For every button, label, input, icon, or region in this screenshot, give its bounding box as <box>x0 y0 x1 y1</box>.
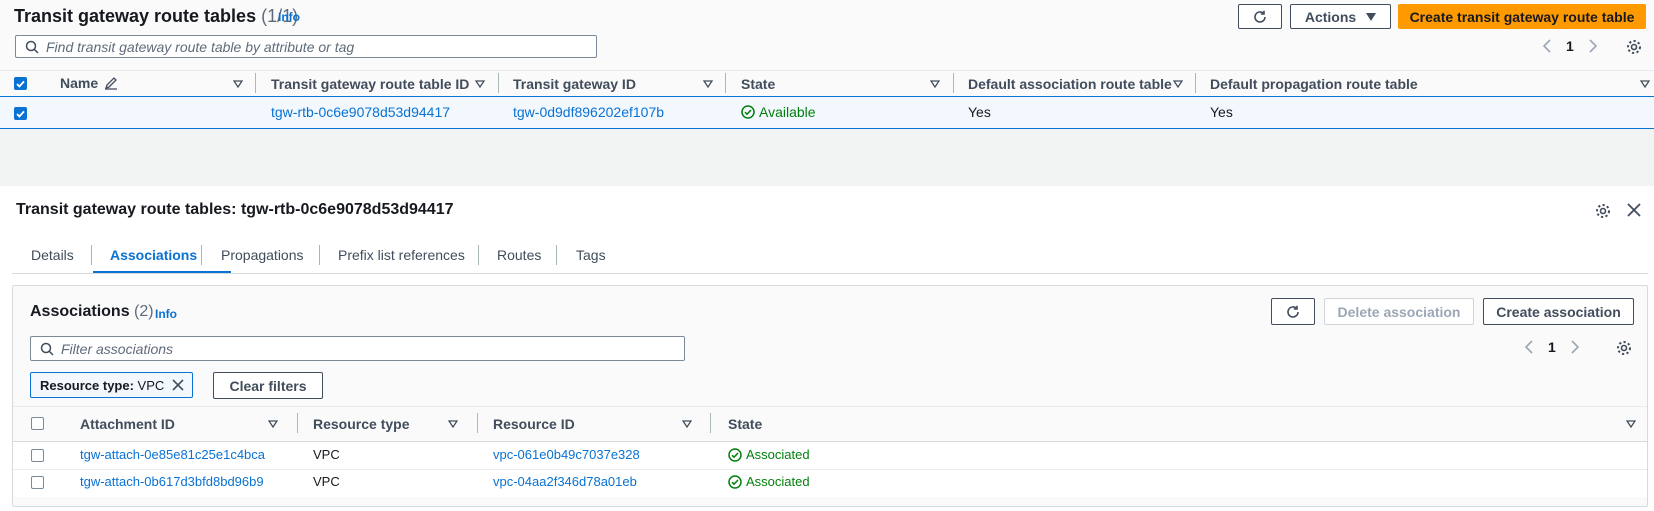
route-tables-heading: Transit gateway route tables (1/1) <box>14 6 298 27</box>
column-header-resource-id[interactable]: Resource ID <box>493 416 575 432</box>
resource-type-filter-token: Resource type: VPC <box>30 372 194 398</box>
column-header-name[interactable]: Name <box>60 75 118 91</box>
success-check-icon <box>728 474 742 489</box>
sort-icon[interactable] <box>1640 80 1650 88</box>
split-panel-gutter <box>0 129 1654 186</box>
route-table-pagination: 1 <box>1542 38 1598 54</box>
page-number[interactable]: 1 <box>1566 38 1574 54</box>
resource-id-link[interactable]: vpc-061e0b49c7037e328 <box>493 447 640 462</box>
select-all-associations-checkbox[interactable] <box>31 417 44 430</box>
column-header-state[interactable]: State <box>728 416 762 432</box>
association-state-badge: Associated <box>728 474 810 489</box>
tab-tags[interactable]: Tags <box>576 247 606 263</box>
delete-association-button[interactable]: Delete association <box>1324 298 1474 325</box>
tgw-id-link[interactable]: tgw-0d9df896202ef107b <box>513 104 664 120</box>
table-row[interactable]: tgw-rtb-0c6e9078d53d94417 tgw-0d9df89620… <box>0 96 1654 129</box>
sort-icon[interactable] <box>268 420 278 428</box>
close-icon[interactable] <box>1627 203 1641 217</box>
page-number[interactable]: 1 <box>1548 339 1556 355</box>
association-filter-input[interactable]: Filter associations <box>30 336 685 361</box>
route-tables-panel: Transit gateway route tables (1/1) Info … <box>0 0 1654 129</box>
tab-propagations[interactable]: Propagations <box>221 247 304 263</box>
resource-type-value: VPC <box>313 447 340 462</box>
sort-icon[interactable] <box>1626 420 1636 428</box>
association-state-badge: Associated <box>728 447 810 462</box>
chevron-left-icon[interactable] <box>1542 39 1552 53</box>
table-row[interactable]: tgw-attach-0e85e81c25e1c4bca VPC vpc-061… <box>13 442 1647 469</box>
refresh-icon <box>1254 10 1266 23</box>
column-header-resource-type[interactable]: Resource type <box>313 416 409 432</box>
table-row[interactable]: tgw-attach-0b617d3bfd8bd96b9 VPC vpc-04a… <box>13 470 1647 497</box>
column-header-default-propagation[interactable]: Default propagation route table <box>1210 76 1418 92</box>
resource-type-value: VPC <box>313 474 340 489</box>
actions-button[interactable]: Actions <box>1290 4 1391 29</box>
preferences-gear-icon[interactable] <box>1626 39 1642 55</box>
chevron-right-icon[interactable] <box>1570 340 1580 354</box>
resource-id-link[interactable]: vpc-04aa2f346d78a01eb <box>493 474 637 489</box>
success-check-icon <box>741 105 755 119</box>
search-icon <box>25 40 39 54</box>
split-panel-settings-gear-icon[interactable] <box>1595 203 1611 219</box>
refresh-icon <box>1287 305 1299 318</box>
sort-icon[interactable] <box>448 420 458 428</box>
sort-icon[interactable] <box>1173 80 1183 88</box>
attachment-id-link[interactable]: tgw-attach-0e85e81c25e1c4bca <box>80 447 265 462</box>
column-header-attachment-id[interactable]: Attachment ID <box>80 416 175 432</box>
preferences-gear-icon[interactable] <box>1616 340 1632 356</box>
state-badge: Available <box>741 104 816 120</box>
create-route-table-button[interactable]: Create transit gateway route table <box>1398 4 1646 29</box>
refresh-button[interactable] <box>1238 4 1282 29</box>
filter-token-value: VPC <box>137 377 165 393</box>
filter-token-key: Resource type: <box>40 377 134 393</box>
associations-pagination: 1 <box>1524 339 1580 355</box>
route-table-search-input[interactable]: Find transit gateway route table by attr… <box>15 35 597 58</box>
chevron-left-icon[interactable] <box>1524 340 1534 354</box>
associations-container: Associations (2) Info Delete association… <box>12 285 1648 507</box>
edit-pencil-icon <box>105 77 118 90</box>
associations-count: (2) <box>134 303 154 320</box>
sort-icon[interactable] <box>682 420 692 428</box>
column-header-tgw-id[interactable]: Transit gateway ID <box>513 76 636 92</box>
associations-title: Associations <box>30 303 130 320</box>
association-filter-placeholder: Filter associations <box>61 340 174 357</box>
row-checkbox[interactable] <box>14 107 27 120</box>
row-checkbox[interactable] <box>31 476 44 489</box>
sort-icon[interactable] <box>233 80 243 88</box>
column-header-state[interactable]: State <box>741 76 775 92</box>
search-icon <box>40 342 54 356</box>
tab-associations[interactable]: Associations <box>110 247 197 263</box>
select-all-checkbox[interactable] <box>14 77 27 90</box>
remove-filter-close-icon[interactable] <box>172 379 184 391</box>
check-icon <box>16 80 25 88</box>
default-association-value: Yes <box>968 104 991 120</box>
column-header-default-association[interactable]: Default association route table <box>968 76 1172 92</box>
tab-details[interactable]: Details <box>31 247 74 263</box>
sort-icon[interactable] <box>475 80 485 88</box>
route-tables-title: Transit gateway route tables <box>14 6 257 26</box>
row-checkbox[interactable] <box>31 449 44 462</box>
success-check-icon <box>728 447 742 462</box>
chevron-right-icon[interactable] <box>1588 39 1598 53</box>
route-table-id-link[interactable]: tgw-rtb-0c6e9078d53d94417 <box>271 104 450 120</box>
sort-icon[interactable] <box>930 80 940 88</box>
column-header-route-table-id[interactable]: Transit gateway route table ID <box>271 76 469 92</box>
associations-refresh-button[interactable] <box>1271 298 1315 325</box>
default-propagation-value: Yes <box>1210 104 1233 120</box>
tab-routes[interactable]: Routes <box>497 247 541 263</box>
clear-filters-button[interactable]: Clear filters <box>213 372 323 399</box>
detail-title: Transit gateway route tables: tgw-rtb-0c… <box>16 201 454 218</box>
route-tables-info-link[interactable]: Info <box>278 10 300 24</box>
tab-prefix-list-references[interactable]: Prefix list references <box>338 247 465 263</box>
attachment-id-link[interactable]: tgw-attach-0b617d3bfd8bd96b9 <box>80 474 264 489</box>
actions-label: Actions <box>1304 8 1357 25</box>
caret-down-icon <box>1366 12 1377 21</box>
sort-icon[interactable] <box>703 80 713 88</box>
associations-heading: Associations (2) <box>30 303 154 321</box>
associations-info-link[interactable]: Info <box>155 307 177 321</box>
create-association-button[interactable]: Create association <box>1483 298 1634 325</box>
route-table-search-placeholder: Find transit gateway route table by attr… <box>46 38 355 55</box>
check-icon <box>16 110 25 118</box>
